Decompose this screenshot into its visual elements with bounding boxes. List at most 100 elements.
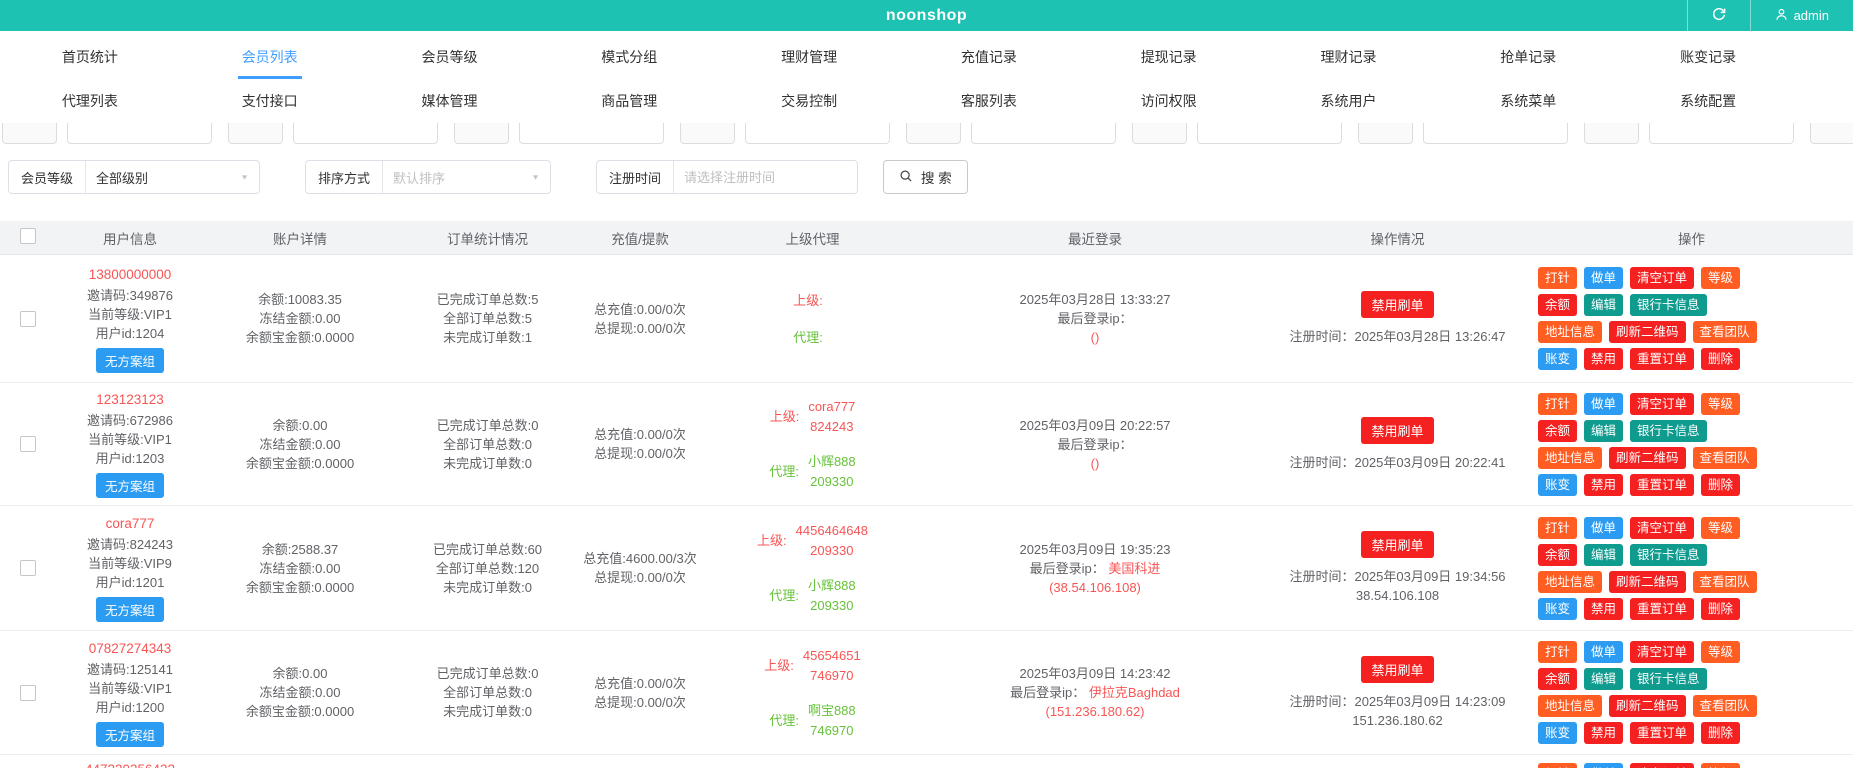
nav-row1-item-2[interactable]: 会员等级 — [360, 31, 540, 81]
action-button-查看团队[interactable]: 查看团队 — [1692, 321, 1757, 343]
action-button-打针[interactable]: 打针 — [1538, 516, 1578, 539]
row-checkbox[interactable] — [19, 560, 36, 576]
action-button-刷新二维码[interactable]: 刷新二维码 — [1609, 321, 1686, 343]
action-button-账变[interactable]: 账变 — [1538, 597, 1578, 620]
action-button-删除[interactable]: 删除 — [1701, 473, 1741, 496]
action-button-等级[interactable]: 等级 — [1701, 516, 1741, 539]
refresh-button[interactable] — [1686, 0, 1750, 31]
plan-group-tag[interactable]: 无方案组 — [95, 721, 164, 747]
table-row-1: 123123123 邀请码:672986 当前等级:VIP1 用户id:1203 无方案… — [0, 383, 1853, 506]
nav-row1-item-4[interactable]: 理财管理 — [719, 31, 899, 81]
action-button-刷新二维码[interactable]: 刷新二维码 — [1609, 446, 1686, 469]
action-button-查看团队[interactable]: 查看团队 — [1692, 695, 1757, 717]
action-button-清空订单[interactable]: 清空订单 — [1630, 641, 1695, 663]
nav-row2-item-1[interactable]: 支付接口 — [180, 81, 360, 123]
search-button[interactable]: 搜 索 — [883, 160, 968, 194]
action-button-重置订单[interactable]: 重置订单 — [1630, 597, 1695, 620]
action-button-查看团队[interactable]: 查看团队 — [1692, 446, 1757, 469]
action-button-禁用[interactable]: 禁用 — [1584, 348, 1624, 370]
nav-row2-item-4[interactable]: 交易控制 — [719, 81, 899, 123]
action-button-等级[interactable]: 等级 — [1701, 267, 1741, 289]
action-button-账变[interactable]: 账变 — [1538, 348, 1578, 370]
nav-row1-item-5[interactable]: 充值记录 — [899, 31, 1079, 81]
nav-row1-item-7[interactable]: 理财记录 — [1259, 31, 1439, 81]
action-button-账变[interactable]: 账变 — [1538, 473, 1578, 496]
action-button-删除[interactable]: 删除 — [1701, 348, 1741, 370]
action-button-余额[interactable]: 余额 — [1538, 419, 1578, 442]
action-button-禁用[interactable]: 禁用 — [1584, 722, 1624, 744]
nav-row1-item-0[interactable]: 首页统计 — [0, 31, 180, 81]
plan-group-tag[interactable]: 无方案组 — [95, 347, 164, 373]
action-button-刷新二维码[interactable]: 刷新二维码 — [1609, 695, 1686, 717]
action-button-等级[interactable]: 等级 — [1701, 762, 1741, 768]
select-all-checkbox[interactable] — [19, 228, 36, 244]
action-button-清空订单[interactable]: 清空订单 — [1630, 267, 1695, 289]
nav-row2-item-9[interactable]: 系统配置 — [1618, 81, 1798, 123]
sort-select[interactable]: 默认排序 ▼ — [383, 161, 550, 193]
action-button-禁用[interactable]: 禁用 — [1584, 597, 1624, 620]
nav-row1-item-3[interactable]: 模式分组 — [539, 31, 719, 81]
action-button-清空订单[interactable]: 清空订单 — [1630, 392, 1695, 415]
action-button-打针[interactable]: 打针 — [1538, 641, 1578, 663]
action-button-打针[interactable]: 打针 — [1538, 392, 1578, 415]
action-button-编辑[interactable]: 编辑 — [1584, 543, 1624, 566]
action-button-打针[interactable]: 打针 — [1538, 267, 1578, 289]
nav-row2-item-8[interactable]: 系统菜单 — [1438, 81, 1618, 123]
member-level-select[interactable]: 全部级别 ▼ — [86, 161, 259, 193]
action-button-等级[interactable]: 等级 — [1701, 392, 1741, 415]
row-checkbox[interactable] — [19, 684, 36, 701]
action-button-地址信息[interactable]: 地址信息 — [1538, 570, 1603, 593]
action-button-余额[interactable]: 余额 — [1538, 668, 1578, 690]
action-button-编辑[interactable]: 编辑 — [1584, 294, 1624, 316]
action-button-做单[interactable]: 做单 — [1584, 392, 1624, 415]
action-button-等级[interactable]: 等级 — [1701, 641, 1741, 663]
action-button-重置订单[interactable]: 重置订单 — [1630, 473, 1695, 496]
action-button-查看团队[interactable]: 查看团队 — [1692, 570, 1757, 593]
action-button-银行卡信息[interactable]: 银行卡信息 — [1630, 294, 1707, 316]
nav-row1-item-1[interactable]: 会员列表 — [180, 31, 360, 81]
nav-row2-item-3[interactable]: 商品管理 — [539, 81, 719, 123]
action-button-账变[interactable]: 账变 — [1538, 722, 1578, 744]
ban-order-button[interactable]: 禁用刷单 — [1361, 531, 1434, 558]
nav-row1-item-8[interactable]: 抢单记录 — [1438, 31, 1618, 81]
action-button-银行卡信息[interactable]: 银行卡信息 — [1630, 419, 1707, 442]
action-button-余额[interactable]: 余额 — [1538, 543, 1578, 566]
action-button-清空订单[interactable]: 清空订单 — [1630, 516, 1695, 539]
nav-row2-item-6[interactable]: 访问权限 — [1079, 81, 1259, 123]
ban-order-button[interactable]: 禁用刷单 — [1361, 655, 1434, 683]
action-button-禁用[interactable]: 禁用 — [1584, 473, 1624, 496]
action-button-做单[interactable]: 做单 — [1584, 641, 1624, 663]
plan-group-tag[interactable]: 无方案组 — [95, 473, 164, 498]
nav-row1-item-6[interactable]: 提现记录 — [1079, 31, 1259, 81]
action-button-做单[interactable]: 做单 — [1584, 762, 1624, 768]
action-button-清空订单[interactable]: 清空订单 — [1630, 762, 1695, 768]
action-button-做单[interactable]: 做单 — [1584, 267, 1624, 289]
plan-group-tag[interactable]: 无方案组 — [95, 597, 164, 622]
nav-row2-item-5[interactable]: 客服列表 — [899, 81, 1079, 123]
ban-order-button[interactable]: 禁用刷单 — [1361, 291, 1434, 318]
action-button-打针[interactable]: 打针 — [1538, 762, 1578, 768]
action-button-地址信息[interactable]: 地址信息 — [1538, 695, 1603, 717]
row-checkbox[interactable] — [19, 436, 36, 452]
action-button-删除[interactable]: 删除 — [1701, 597, 1741, 620]
register-time-input[interactable] — [684, 169, 840, 185]
action-button-银行卡信息[interactable]: 银行卡信息 — [1630, 668, 1707, 690]
action-button-编辑[interactable]: 编辑 — [1584, 419, 1624, 442]
action-button-地址信息[interactable]: 地址信息 — [1538, 321, 1603, 343]
ban-order-button[interactable]: 禁用刷单 — [1361, 416, 1434, 444]
nav-row2-item-0[interactable]: 代理列表 — [0, 81, 180, 123]
action-button-删除[interactable]: 删除 — [1701, 722, 1741, 744]
action-button-重置订单[interactable]: 重置订单 — [1630, 348, 1695, 370]
row-checkbox[interactable] — [19, 310, 36, 327]
nav-row2-item-2[interactable]: 媒体管理 — [360, 81, 540, 123]
action-button-地址信息[interactable]: 地址信息 — [1538, 446, 1603, 469]
action-button-余额[interactable]: 余额 — [1538, 294, 1578, 316]
action-button-刷新二维码[interactable]: 刷新二维码 — [1609, 570, 1686, 593]
nav-row1-item-9[interactable]: 账变记录 — [1618, 31, 1798, 81]
action-button-银行卡信息[interactable]: 银行卡信息 — [1630, 543, 1707, 566]
nav-row2-item-7[interactable]: 系统用户 — [1259, 81, 1439, 123]
action-button-重置订单[interactable]: 重置订单 — [1630, 722, 1695, 744]
action-button-编辑[interactable]: 编辑 — [1584, 668, 1624, 690]
action-button-做单[interactable]: 做单 — [1584, 516, 1624, 539]
admin-user-button[interactable]: admin — [1749, 0, 1853, 31]
